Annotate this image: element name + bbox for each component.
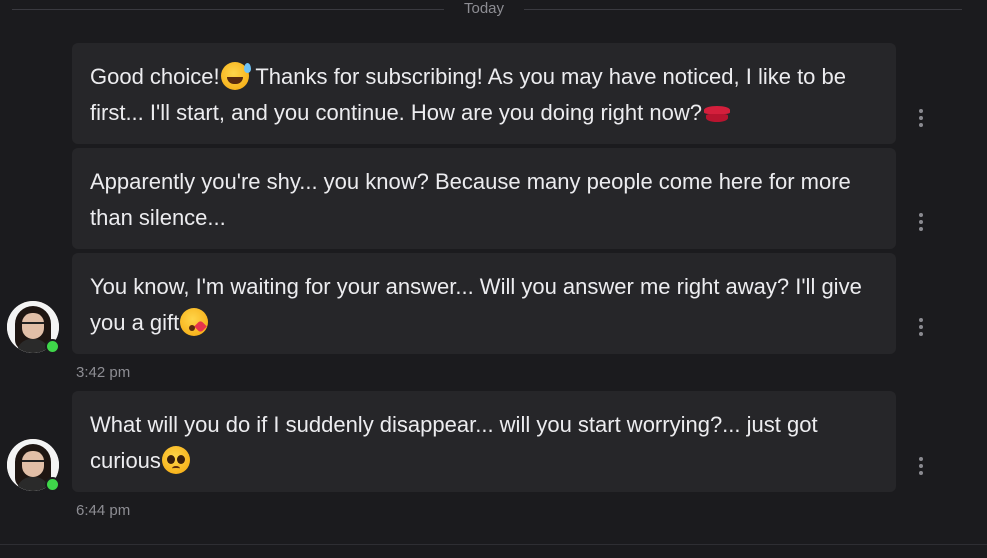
message-timestamp: 6:44 pm bbox=[76, 502, 131, 519]
bottom-divider bbox=[0, 544, 987, 545]
message-timestamp: 3:42 pm bbox=[76, 364, 131, 381]
blowing-kiss-emoji bbox=[180, 308, 209, 336]
message-bubble[interactable]: You know, I'm waiting for your answer...… bbox=[72, 253, 896, 354]
message-options-icon[interactable] bbox=[914, 212, 928, 232]
message-options-icon[interactable] bbox=[914, 456, 928, 476]
chat-conversation: Today Good choice! Thanks for subscribin… bbox=[0, 0, 987, 558]
online-status-dot bbox=[45, 477, 60, 492]
pleading-face-emoji bbox=[161, 446, 190, 474]
avatar[interactable] bbox=[7, 301, 60, 354]
date-divider-label: Today bbox=[463, 0, 505, 17]
message-bubble[interactable]: Good choice! Thanks for subscribing! As … bbox=[72, 43, 896, 144]
message-options-icon[interactable] bbox=[914, 108, 928, 128]
message-bubble[interactable]: Apparently you're shy... you know? Becau… bbox=[72, 148, 896, 249]
lips-emoji bbox=[703, 98, 731, 126]
divider-line-left bbox=[12, 9, 444, 10]
date-divider: Today bbox=[0, 0, 987, 18]
message-bubble[interactable]: What will you do if I suddenly disappear… bbox=[72, 391, 896, 492]
grinning-sweat-emoji bbox=[220, 62, 251, 90]
online-status-dot bbox=[45, 339, 60, 354]
avatar[interactable] bbox=[7, 439, 60, 492]
message-text: Apparently you're shy... you know? Becau… bbox=[90, 169, 851, 230]
message-text: Good choice! bbox=[90, 64, 220, 89]
message-text: What will you do if I suddenly disappear… bbox=[90, 412, 818, 473]
message-options-icon[interactable] bbox=[914, 317, 928, 337]
divider-line-right bbox=[524, 9, 962, 10]
